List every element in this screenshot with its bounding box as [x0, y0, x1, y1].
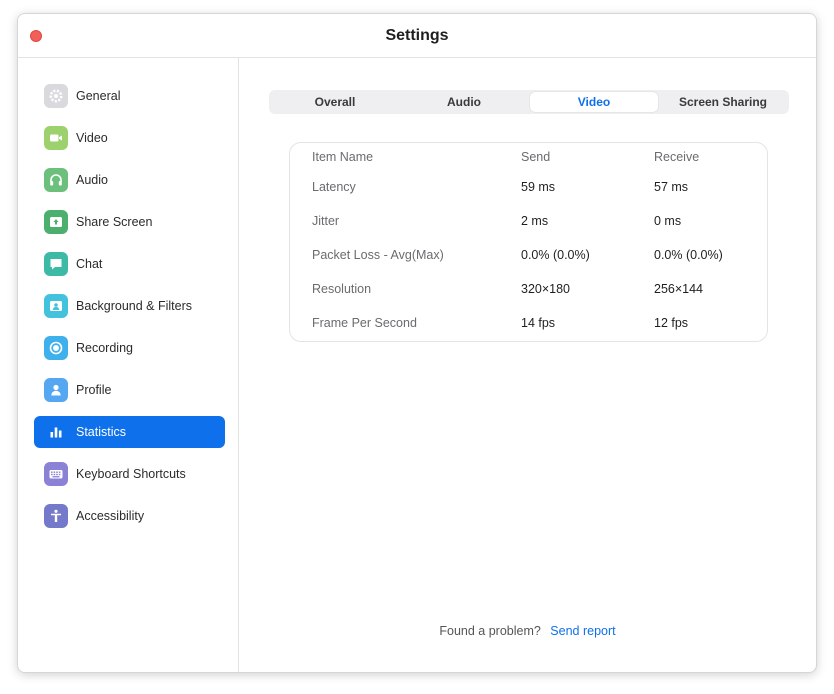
- column-header-receive: Receive: [654, 150, 700, 164]
- sidebar-item-recording[interactable]: Recording: [34, 332, 225, 364]
- found-problem-text: Found a problem?: [439, 624, 541, 638]
- sidebar-item-label: Keyboard Shortcuts: [76, 467, 186, 481]
- video-camera-icon: [44, 126, 68, 150]
- stat-name: Resolution: [312, 282, 372, 296]
- sidebar-item-keyboard-shortcuts[interactable]: Keyboard Shortcuts: [34, 458, 225, 490]
- table-row: Resolution 320×180 256×144: [290, 279, 767, 299]
- tab-audio[interactable]: Audio: [400, 92, 528, 112]
- send-report-link[interactable]: Send report: [550, 624, 615, 638]
- table-header-row: Item Name Send Receive: [290, 147, 767, 167]
- sidebar-item-label: Audio: [76, 173, 108, 187]
- stat-send-value: 0.0% (0.0%): [521, 248, 590, 262]
- statistics-tabs: Overall Audio Video Screen Sharing: [269, 90, 789, 114]
- table-row: Packet Loss - Avg(Max) 0.0% (0.0%) 0.0% …: [290, 245, 767, 265]
- stat-receive-value: 12 fps: [654, 316, 689, 330]
- stat-name: Packet Loss - Avg(Max): [312, 248, 444, 262]
- tab-screen-sharing[interactable]: Screen Sharing: [659, 92, 787, 112]
- sidebar-item-label: Recording: [76, 341, 133, 355]
- settings-sidebar: General Video Audio Share Screen Chat Ba…: [18, 58, 239, 672]
- stat-receive-value: 256×144: [654, 282, 704, 296]
- sidebar-item-label: Accessibility: [76, 509, 145, 523]
- sidebar-item-label: Share Screen: [76, 215, 153, 229]
- sidebar-item-background-filters[interactable]: Background & Filters: [34, 290, 225, 322]
- sidebar-item-label: Profile: [76, 383, 112, 397]
- table-row: Latency 59 ms 57 ms: [290, 177, 767, 197]
- title-bar: Settings: [18, 14, 816, 58]
- sidebar-item-statistics[interactable]: Statistics: [34, 416, 225, 448]
- bar-chart-icon: [44, 420, 68, 444]
- sidebar-item-general[interactable]: General: [34, 80, 225, 112]
- column-header-item-name: Item Name: [312, 150, 374, 164]
- column-header-send: Send: [521, 150, 551, 164]
- stat-send-value: 14 fps: [521, 316, 556, 330]
- accessibility-icon: [44, 504, 68, 528]
- sidebar-item-profile[interactable]: Profile: [34, 374, 225, 406]
- window-title: Settings: [385, 27, 449, 44]
- stat-receive-value: 0 ms: [654, 214, 682, 228]
- stat-send-value: 59 ms: [521, 180, 556, 194]
- sidebar-item-label: Background & Filters: [76, 299, 193, 313]
- sidebar-item-chat[interactable]: Chat: [34, 248, 225, 280]
- tab-overall[interactable]: Overall: [271, 92, 399, 112]
- share-screen-icon: [44, 210, 68, 234]
- stat-name: Frame Per Second: [312, 316, 417, 330]
- gear-icon: [44, 84, 68, 108]
- stat-receive-value: 57 ms: [654, 180, 689, 194]
- record-icon: [44, 336, 68, 360]
- stat-send-value: 2 ms: [521, 214, 549, 228]
- sidebar-item-audio[interactable]: Audio: [34, 164, 225, 196]
- report-problem-footer: Found a problem? Send report: [239, 624, 816, 638]
- tab-video[interactable]: Video: [530, 92, 658, 112]
- sidebar-item-video[interactable]: Video: [34, 122, 225, 154]
- chat-bubble-icon: [44, 252, 68, 276]
- stat-receive-value: 0.0% (0.0%): [654, 248, 723, 262]
- stat-name: Latency: [312, 180, 356, 194]
- sidebar-item-label: Statistics: [76, 425, 127, 439]
- headphones-icon: [44, 168, 68, 192]
- profile-person-icon: [44, 378, 68, 402]
- keyboard-icon: [44, 462, 68, 486]
- video-statistics-card: Item Name Send Receive Latency 59 ms 57 …: [289, 142, 768, 342]
- table-row: Jitter 2 ms 0 ms: [290, 211, 767, 231]
- sidebar-item-share-screen[interactable]: Share Screen: [34, 206, 225, 238]
- sidebar-item-label: General: [76, 89, 121, 103]
- sidebar-item-label: Chat: [76, 257, 103, 271]
- table-row: Frame Per Second 14 fps 12 fps: [290, 313, 767, 333]
- statistics-panel: Overall Audio Video Screen Sharing Item …: [239, 58, 816, 672]
- stat-name: Jitter: [312, 214, 340, 228]
- stat-send-value: 320×180: [521, 282, 571, 296]
- sidebar-item-label: Video: [76, 131, 108, 145]
- sidebar-item-accessibility[interactable]: Accessibility: [34, 500, 225, 532]
- settings-window: Settings General Video Audio Share Scree…: [17, 13, 817, 673]
- background-person-icon: [44, 294, 68, 318]
